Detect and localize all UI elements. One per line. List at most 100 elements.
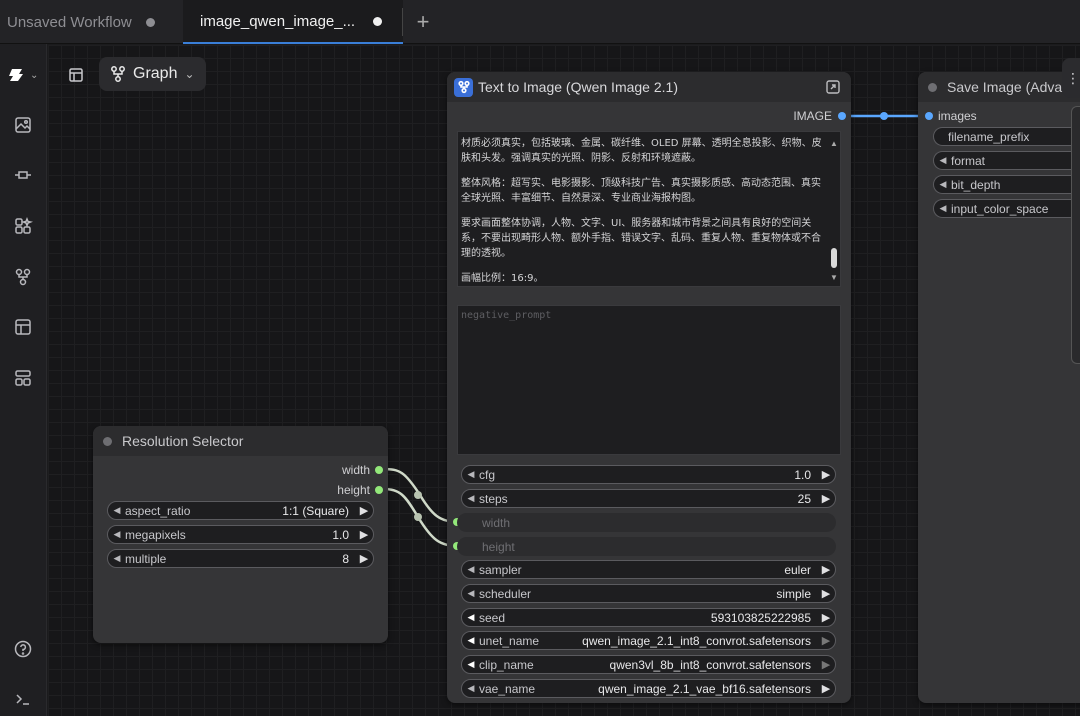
widget-value: 8	[342, 551, 349, 566]
positive-prompt-textarea[interactable]: 材质必须真实，包括玻璃、金属、碳纤维、OLED 屏幕、透明全息投影、织物、皮肤和…	[457, 131, 841, 287]
node-title-bar[interactable]: Save Image (Adva	[918, 72, 1080, 102]
decrement-arrow-icon[interactable]: ◀	[108, 505, 122, 516]
decrement-arrow-icon[interactable]: ◀	[462, 588, 476, 599]
workflows-icon[interactable]	[6, 260, 40, 294]
widget-label: scheduler	[479, 586, 532, 601]
increment-arrow-icon[interactable]: ▶	[817, 634, 835, 647]
output-image-slot[interactable]	[838, 112, 846, 120]
decrement-arrow-icon[interactable]: ◀	[462, 564, 476, 575]
prompt-paragraph: 要求画面整体协调，人物、文字、UI、服务器和城市背景之间具有良好的空间关系，不要…	[461, 218, 821, 259]
increment-arrow-icon[interactable]: ▶	[817, 468, 835, 481]
decrement-arrow-icon[interactable]: ◀	[462, 493, 476, 504]
sidebar: ⌄	[0, 44, 47, 716]
expand-icon[interactable]	[825, 79, 841, 95]
chevron-down-icon: ⌄	[184, 67, 195, 81]
collapse-dot-icon[interactable]	[103, 436, 112, 446]
output-width-slot[interactable]	[375, 466, 383, 474]
input-images-slot[interactable]	[925, 112, 933, 120]
decrement-arrow-icon[interactable]: ◀	[934, 155, 948, 166]
cfg-widget[interactable]: ◀ cfg 1.0 ▶	[461, 465, 836, 484]
decrement-arrow-icon[interactable]: ◀	[934, 179, 948, 190]
widget-value: qwen_image_2.1_vae_bf16.safetensors	[598, 681, 811, 696]
more-options-icon[interactable]: ⋮	[1062, 58, 1080, 98]
widget-label: clip_name	[479, 657, 534, 672]
output-image-label: IMAGE	[793, 109, 832, 123]
help-icon[interactable]	[6, 632, 40, 666]
filename-prefix-widget[interactable]: filename_prefix	[933, 127, 1080, 146]
negative-prompt-textarea[interactable]: negative_prompt	[457, 305, 841, 455]
new-tab-button[interactable]: +	[410, 6, 436, 38]
tab-unsaved-workflow[interactable]: Unsaved Workflow	[0, 0, 183, 44]
comfy-logo-icon[interactable]: ⌄	[8, 62, 42, 88]
widget-value: qwen3vl_8b_int8_convrot.safetensors	[609, 657, 811, 672]
model-library-icon[interactable]	[6, 209, 40, 243]
widget-value: 593103825222985	[710, 610, 811, 625]
steps-widget[interactable]: ◀ steps 25 ▶	[461, 489, 836, 508]
scroll-down-icon[interactable]: ▼	[830, 273, 838, 282]
terminal-icon[interactable]	[6, 682, 40, 716]
format-widget[interactable]: ◀ format	[933, 151, 1080, 170]
workflow-icon	[111, 66, 125, 82]
sampler-widget[interactable]: ◀ sampler euler ▶	[461, 560, 836, 579]
templates-icon[interactable]	[6, 310, 40, 344]
widget-value: 1.0	[332, 527, 349, 542]
input-color-space-widget[interactable]: ◀ input_color_space	[933, 199, 1080, 218]
increment-arrow-icon[interactable]: ▶	[817, 492, 835, 505]
widget-label: vae_name	[479, 681, 536, 696]
tab-label: image_qwen_image_...	[200, 12, 356, 30]
widget-label: input_color_space	[951, 201, 1049, 216]
unsaved-dot-icon	[145, 17, 155, 27]
clip-name-widget[interactable]: ◀ clip_name qwen3vl_8b_int8_convrot.safe…	[461, 655, 836, 674]
scrollbar-thumb[interactable]	[831, 248, 837, 268]
linked-height-input: height	[457, 537, 836, 556]
linked-width-input: width	[457, 513, 836, 532]
increment-arrow-icon[interactable]: ▶	[817, 682, 835, 695]
node-title-bar[interactable]: Text to Image (Qwen Image 2.1)	[447, 72, 851, 102]
increment-arrow-icon[interactable]: ▶	[817, 587, 835, 600]
widget-label: seed	[479, 610, 506, 625]
widget-value: 1:1 (Square)	[282, 503, 349, 518]
decrement-arrow-icon[interactable]: ◀	[462, 469, 476, 480]
widget-value: simple	[776, 586, 811, 601]
decrement-arrow-icon[interactable]: ◀	[462, 659, 476, 670]
widget-value: 25	[797, 491, 811, 506]
decrement-arrow-icon[interactable]: ◀	[462, 635, 476, 646]
scroll-up-icon[interactable]: ▲	[830, 139, 838, 148]
scheduler-widget[interactable]: ◀ scheduler simple ▶	[461, 584, 836, 603]
node-title-bar[interactable]: Resolution Selector	[93, 426, 388, 456]
decrement-arrow-icon[interactable]: ◀	[462, 612, 476, 623]
toggle-panel-icon[interactable]	[64, 64, 88, 86]
collapse-dot-icon[interactable]	[928, 82, 937, 92]
increment-arrow-icon[interactable]: ▶	[817, 658, 835, 671]
megapixels-widget[interactable]: ◀ megapixels 1.0 ▶	[107, 525, 374, 544]
node-title: Save Image (Adva	[947, 79, 1063, 95]
widget-label: format	[951, 153, 986, 168]
increment-arrow-icon[interactable]: ▶	[817, 563, 835, 576]
unet-name-widget[interactable]: ◀ unet_name qwen_image_2.1_int8_convrot.…	[461, 631, 836, 650]
side-panel-edge[interactable]	[1071, 106, 1080, 364]
increment-arrow-icon[interactable]: ▶	[355, 552, 373, 565]
graph-selector[interactable]: Graph ⌄	[99, 57, 206, 91]
layers-icon[interactable]	[6, 361, 40, 395]
tab-image-qwen[interactable]: image_qwen_image_...	[183, 0, 403, 44]
increment-arrow-icon[interactable]: ▶	[355, 504, 373, 517]
aspect-ratio-widget[interactable]: ◀ aspect_ratio 1:1 (Square) ▶	[107, 501, 374, 520]
widget-label: sampler	[479, 562, 522, 577]
output-height-slot[interactable]	[375, 486, 383, 494]
widget-value: euler	[784, 562, 811, 577]
widget-value: 1.0	[794, 467, 811, 482]
widget-label: unet_name	[479, 633, 540, 648]
increment-arrow-icon[interactable]: ▶	[817, 611, 835, 624]
decrement-arrow-icon[interactable]: ◀	[462, 683, 476, 694]
decrement-arrow-icon[interactable]: ◀	[934, 203, 948, 214]
image-gallery-icon[interactable]	[6, 108, 40, 142]
bit-depth-widget[interactable]: ◀ bit_depth	[933, 175, 1080, 194]
output-height-label: height	[337, 483, 370, 497]
decrement-arrow-icon[interactable]: ◀	[108, 529, 122, 540]
decrement-arrow-icon[interactable]: ◀	[108, 553, 122, 564]
node-link-icon[interactable]	[6, 158, 40, 192]
multiple-widget[interactable]: ◀ multiple 8 ▶	[107, 549, 374, 568]
vae-name-widget[interactable]: ◀ vae_name qwen_image_2.1_vae_bf16.safet…	[461, 679, 836, 698]
seed-widget[interactable]: ◀ seed 593103825222985 ▶	[461, 608, 836, 627]
increment-arrow-icon[interactable]: ▶	[355, 528, 373, 541]
